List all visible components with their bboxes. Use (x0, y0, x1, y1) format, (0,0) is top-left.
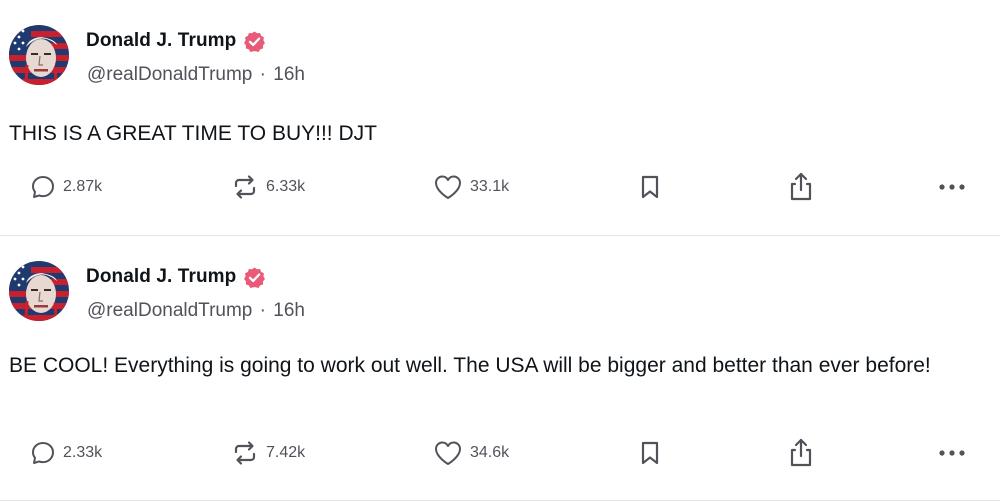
post-timestamp[interactable]: 16h (273, 64, 305, 85)
avatar[interactable] (9, 261, 69, 321)
verified-badge-icon (243, 266, 266, 289)
speech-bubble-icon (32, 176, 54, 198)
author-row: Donald J. Trump (86, 265, 266, 289)
post-meta: @realDonaldTrump · 16h (87, 64, 305, 86)
retruth-button[interactable]: 6.33k (231, 167, 305, 207)
bookmark-button[interactable] (639, 167, 661, 207)
meta-separator: · (259, 64, 266, 85)
retruth-count: 7.42k (266, 444, 306, 461)
share-icon (790, 438, 812, 467)
ellipsis-icon (939, 184, 965, 190)
post-meta: @realDonaldTrump · 16h (87, 300, 305, 322)
avatar[interactable] (9, 25, 69, 85)
author-handle[interactable]: @realDonaldTrump (87, 64, 252, 85)
post-text: THIS IS A GREAT TIME TO BUY!!! DJT (9, 122, 377, 145)
heart-icon (435, 175, 461, 199)
like-button[interactable]: 33.1k (433, 167, 509, 207)
share-icon (790, 172, 812, 201)
bookmark-button[interactable] (639, 433, 661, 473)
repost-arrows-icon (234, 441, 256, 465)
more-options-button[interactable] (938, 167, 968, 207)
bookmark-icon (641, 441, 659, 465)
bookmark-icon (641, 175, 659, 199)
meta-separator: · (259, 300, 266, 321)
like-count: 34.6k (470, 444, 510, 461)
speech-bubble-icon (32, 442, 54, 464)
post-text: BE COOL! Everything is going to work out… (9, 354, 931, 377)
share-button[interactable] (787, 433, 815, 473)
reply-button[interactable]: 2.87k (30, 167, 102, 207)
post-feed: Donald J. Trump @realDonaldTrump · 16h T… (0, 0, 1000, 501)
post[interactable]: Donald J. Trump @realDonaldTrump · 16h B… (0, 236, 1000, 501)
reply-count: 2.33k (63, 444, 103, 461)
like-count: 33.1k (470, 178, 510, 195)
author-name[interactable]: Donald J. Trump (86, 30, 236, 52)
ellipsis-icon (939, 450, 965, 456)
reply-count: 2.87k (63, 178, 103, 195)
author-handle[interactable]: @realDonaldTrump (87, 300, 252, 321)
heart-icon (435, 441, 461, 465)
retruth-count: 6.33k (266, 178, 306, 195)
action-bar: 2.87k 6.33k 33.1k (0, 167, 1000, 207)
post[interactable]: Donald J. Trump @realDonaldTrump · 16h T… (0, 0, 1000, 236)
reply-button[interactable]: 2.33k (30, 433, 102, 473)
repost-arrows-icon (234, 175, 256, 199)
post-timestamp[interactable]: 16h (273, 300, 305, 321)
author-row: Donald J. Trump (86, 29, 266, 53)
verified-badge-icon (243, 30, 266, 53)
action-bar: 2.33k 7.42k 34.6k (0, 433, 1000, 473)
share-button[interactable] (787, 167, 815, 207)
more-options-button[interactable] (938, 433, 968, 473)
like-button[interactable]: 34.6k (433, 433, 509, 473)
author-name[interactable]: Donald J. Trump (86, 266, 236, 288)
retruth-button[interactable]: 7.42k (231, 433, 305, 473)
